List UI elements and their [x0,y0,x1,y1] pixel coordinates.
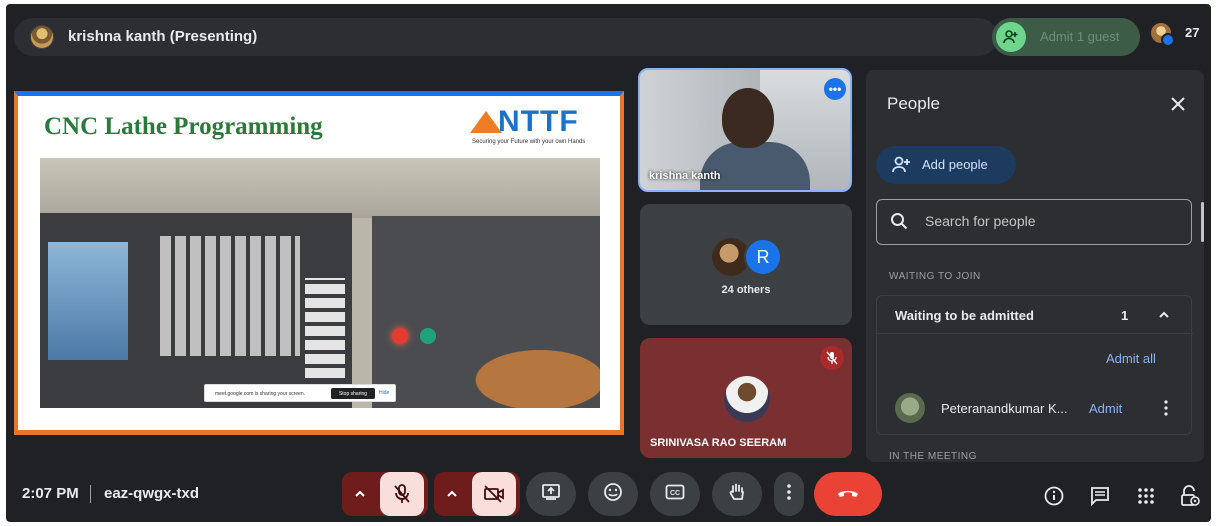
admit-all-button[interactable]: Admit all [1106,351,1156,366]
emoji-icon [603,482,623,507]
others-count-label: 24 others [721,284,771,296]
admit-button[interactable]: Admit [1089,401,1122,416]
chevron-up-icon[interactable] [438,478,466,510]
svg-text:CC: CC [670,490,680,497]
logo-text: NTTF [498,105,579,138]
shared-screen: CNC Lathe Programming NTTF Securing your… [14,91,624,435]
end-call-button[interactable] [814,472,882,516]
share-notice-text: meet.google.com is sharing your screen. [215,391,306,397]
mic-off-icon[interactable] [380,472,424,516]
stop-sharing-button[interactable]: Stop sharing [331,388,375,399]
logo-tagline: Securing your Future with your own Hands [472,139,586,145]
admit-guest-label: Admit 1 guest [1040,29,1120,44]
waiting-header[interactable]: Waiting to be admitted 1 [877,296,1193,334]
panel-scrollbar[interactable] [1201,202,1204,242]
tile-name: SRINIVASA RAO SEERAM [650,437,787,449]
meeting-section-label: IN THE MEETING [889,451,977,462]
search-input[interactable] [925,213,1175,229]
person-head [722,88,774,148]
emoji-button[interactable] [588,472,638,516]
mic-off-icon [820,346,844,370]
search-field[interactable] [876,199,1192,245]
add-person-icon [892,156,912,179]
participants-avatar-stack[interactable] [1149,21,1179,51]
waiting-title: Waiting to be admitted [895,308,1034,323]
avatar [1161,33,1175,47]
nttf-logo: NTTF Securing your Future with your own … [470,105,618,149]
captions-icon: CC [665,484,685,505]
host-controls-icon[interactable] [1178,484,1202,508]
presenter-avatar [30,25,54,49]
present-button[interactable] [526,472,576,516]
presenter-bar: krishna kanth (Presenting) [14,18,998,56]
panel-title: People [887,94,940,113]
avatar-letter: R [744,238,782,276]
tile-name: krishna kanth [649,170,721,182]
screen-share-notice: meet.google.com is sharing your screen. … [204,384,396,402]
cnc-machine-photo [40,158,600,408]
participant-tile[interactable]: SRINIVASA RAO SEERAM [640,338,852,458]
close-icon[interactable] [1166,92,1190,116]
raise-hand-icon [727,482,747,507]
chevron-up-icon[interactable] [346,478,374,510]
divider [90,485,91,503]
present-icon [541,483,561,506]
chevron-up-icon[interactable] [1157,308,1171,327]
waiting-list: Waiting to be admitted 1 Admit all Peter… [876,295,1193,435]
camera-off-icon[interactable] [472,472,516,516]
self-video-tile[interactable]: ••• krishna kanth [638,68,852,192]
more-options-button[interactable] [774,472,804,516]
participant-count[interactable]: 27 [1185,25,1199,40]
others-tile[interactable]: R 24 others [640,204,852,325]
waiting-section-label: WAITING TO JOIN [889,271,981,282]
camera-control-group [434,472,520,516]
people-panel: People Add people WAITING TO JOIN Waitin… [866,70,1204,462]
captions-button[interactable]: CC [650,472,700,516]
info-icon[interactable] [1042,484,1066,508]
raise-hand-button[interactable] [712,472,762,516]
more-vert-icon[interactable] [1161,398,1171,418]
add-person-icon [996,22,1026,52]
hide-link[interactable]: Hide [379,390,389,396]
tile-more-options-button[interactable]: ••• [824,78,846,100]
mic-control-group [342,472,428,516]
meet-window: krishna kanth (Presenting) Admit 1 guest… [6,4,1211,522]
clock: 2:07 PM [22,485,79,502]
end-call-icon [836,485,860,503]
admit-guest-button[interactable]: Admit 1 guest [992,18,1140,56]
slide-title: CNC Lathe Programming [44,113,323,140]
presenter-label: krishna kanth (Presenting) [68,28,258,45]
activities-icon[interactable] [1134,484,1158,508]
chat-icon[interactable] [1088,484,1112,508]
person-body [700,142,810,190]
meeting-code: eaz-qwgx-txd [104,485,200,502]
more-options-icon [787,483,791,505]
avatar [895,393,925,423]
add-people-button[interactable]: Add people [876,146,1016,184]
avatar [724,376,770,422]
waiting-count: 1 [1121,308,1129,323]
guest-name: Peteranandkumar K... [941,401,1068,416]
add-people-label: Add people [922,157,988,172]
search-icon [890,212,908,235]
